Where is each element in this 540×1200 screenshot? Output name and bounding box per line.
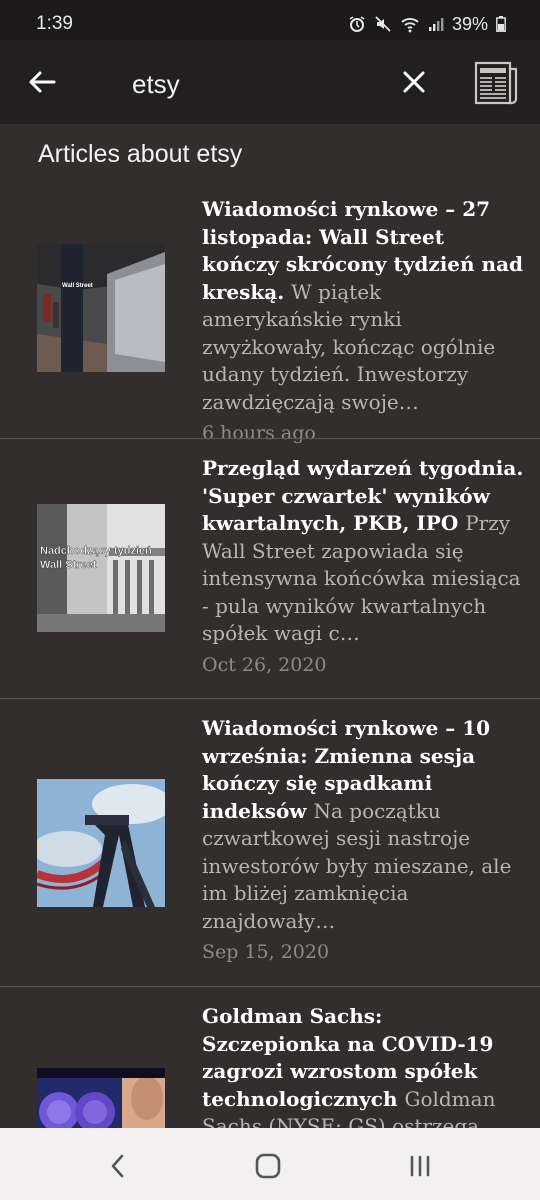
clear-search-button[interactable] <box>394 60 434 104</box>
article-item[interactable]: Nadchodzący tydzień Wall Street Przegląd… <box>0 438 540 698</box>
nav-recents-button[interactable] <box>400 1146 440 1186</box>
status-icons: 39% <box>348 12 506 36</box>
system-nav-bar <box>0 1128 540 1200</box>
thumb-label-line-2: Wall Street <box>40 559 97 571</box>
thumb-label-line-1: Nadchodzący tydzień <box>40 545 152 557</box>
status-time: 1:39 <box>36 13 73 34</box>
nav-recents-icon <box>410 1155 430 1177</box>
thumb-label: Wall Street <box>62 283 93 289</box>
article-text: Wiadomości rynkowe – 27 listopada: Wall … <box>202 196 524 444</box>
newspaper-icon <box>474 61 518 105</box>
nav-home-button[interactable] <box>248 1146 288 1186</box>
back-button[interactable] <box>22 60 62 104</box>
article-text: Wiadomości rynkowe – 10 września: Zmienn… <box>202 715 524 963</box>
battery-percent: 39% <box>451 13 488 34</box>
search-toolbar: etsy <box>0 40 540 124</box>
nav-back-icon <box>111 1154 124 1178</box>
article-item[interactable]: Wiadomości rynkowe – 10 września: Zmienn… <box>0 698 540 986</box>
article-text: Goldman Sachs: Szczepionka na COVID-19 z… <box>202 1003 524 1128</box>
article-thumbnail <box>37 1068 165 1128</box>
search-query[interactable]: etsy <box>132 69 180 100</box>
nav-home-icon <box>255 1153 281 1179</box>
battery-icon <box>496 16 506 32</box>
nav-back-button[interactable] <box>98 1146 138 1186</box>
wifi-icon <box>400 15 420 33</box>
article-timestamp: Sep 15, 2020 <box>202 941 330 963</box>
close-icon <box>403 71 425 93</box>
signal-icon <box>428 16 444 32</box>
article-thumbnail: Wall Street <box>37 244 165 372</box>
article-item[interactable]: Wall Street Wiadomości rynkowe – 27 list… <box>0 180 540 444</box>
mute-icon <box>374 15 392 33</box>
section-title: Articles about etsy <box>38 140 243 168</box>
alarm-icon <box>348 15 366 33</box>
article-thumbnail <box>37 779 165 907</box>
article-timestamp: Oct 26, 2020 <box>202 653 327 676</box>
article-item[interactable]: Goldman Sachs: Szczepionka na COVID-19 z… <box>0 986 540 1128</box>
article-text: Przegląd wydarzeń tygodnia. 'Super czwar… <box>202 455 524 676</box>
arrow-left-icon <box>29 71 56 93</box>
news-button[interactable] <box>470 56 524 110</box>
article-thumbnail: Nadchodzący tydzień Wall Street <box>37 504 165 632</box>
status-bar: 1:39 39% <box>0 0 540 40</box>
